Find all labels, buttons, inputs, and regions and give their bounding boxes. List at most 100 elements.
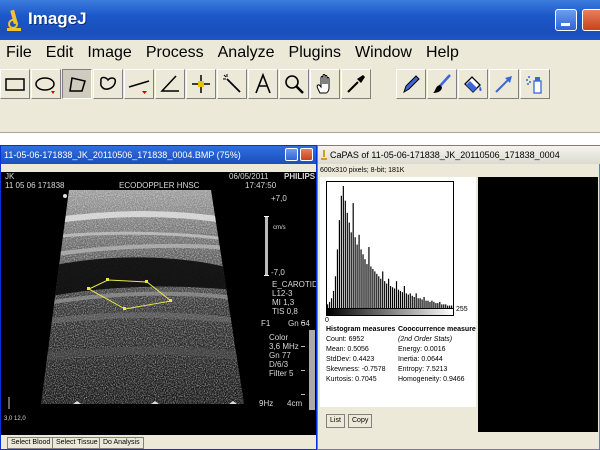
image-close-button[interactable]: [300, 148, 313, 161]
oval-icon: [35, 77, 55, 94]
histogram-bar: [411, 295, 413, 308]
overlay-depth-label: D/6/3: [269, 360, 289, 369]
measure-entropy: Entropy: 7.5213: [398, 366, 448, 373]
histogram-bar: [382, 271, 384, 308]
microscope-icon: [7, 9, 21, 31]
menu-process[interactable]: Process: [146, 44, 204, 62]
tool-text[interactable]: [248, 69, 278, 99]
histogram-bar: [344, 200, 346, 308]
tool-color-picker[interactable]: [341, 69, 371, 99]
capas-window-title[interactable]: CaPAS of 11-05-06-171838_JK_20110506_171…: [318, 146, 600, 164]
overlay-depth: 4cm: [287, 399, 303, 408]
magnifier-icon: [285, 75, 304, 94]
tool-zoom[interactable]: [279, 69, 309, 99]
histogram-bar: [360, 249, 362, 308]
menu-window[interactable]: Window: [355, 44, 412, 62]
menu-image[interactable]: Image: [87, 44, 131, 62]
histogram-bar: [388, 278, 390, 308]
histogram-measures-header: Histogram measures: [326, 326, 396, 333]
histogram-bar: [427, 300, 429, 308]
minimize-button[interactable]: [555, 9, 577, 31]
pencil-icon: [403, 75, 420, 94]
tool-spray[interactable]: [520, 69, 550, 99]
histogram-bar: [350, 232, 352, 308]
grayscale-gradient-bar: [326, 308, 454, 316]
tool-pencil[interactable]: [396, 69, 426, 99]
tool-brush[interactable]: [427, 69, 457, 99]
do-analysis-button[interactable]: Do Analysis: [99, 437, 144, 449]
histogram-bar: [393, 288, 396, 308]
histogram-bar: [330, 298, 333, 308]
histogram-bar: [352, 203, 354, 308]
point-icon: [192, 75, 210, 93]
tool-scroll[interactable]: [310, 69, 340, 99]
overlay-gn2: Gn 77: [269, 351, 291, 360]
copy-button[interactable]: Copy: [348, 414, 373, 428]
histogram-bar: [368, 247, 370, 308]
histogram-bar: [386, 283, 388, 308]
microscope-icon: [321, 150, 327, 160]
ultrasound-image[interactable]: JK 11 05 06 171838 ECODOPPLER HNSC 06/05…: [1, 172, 316, 435]
imagej-title-bar[interactable]: ImageJ: [0, 0, 600, 40]
close-button[interactable]: [582, 9, 600, 31]
histogram-bar: [425, 300, 427, 308]
histogram-bar: [362, 254, 364, 308]
tool-point[interactable]: [186, 69, 216, 99]
tool-wand[interactable]: [217, 69, 247, 99]
histogram-bar: [338, 220, 340, 308]
overlay-scale-bottom: -7,0: [271, 268, 285, 277]
measure-skewness: Skewness: -0.7578: [326, 366, 386, 373]
ultrasound-scan: [8, 190, 315, 410]
menu-help[interactable]: Help: [426, 44, 459, 62]
histogram-bar: [372, 268, 374, 308]
status-bar: [0, 103, 600, 133]
overlay-date: 06/05/2011: [229, 172, 269, 181]
histogram-bar: [342, 186, 344, 308]
tool-oval[interactable]: [31, 69, 61, 99]
image-minimize-button[interactable]: [285, 148, 298, 161]
brush-icon: [433, 74, 451, 93]
select-blood-button[interactable]: Select Blood: [7, 437, 55, 449]
menu-analyze[interactable]: Analyze: [218, 44, 275, 62]
histogram-bar: [346, 212, 348, 308]
wand-icon: [223, 74, 241, 93]
select-tissue-button[interactable]: Select Tissue: [52, 437, 102, 449]
menu-edit[interactable]: Edit: [46, 44, 74, 62]
measure-kurtosis: Kurtosis: 0.7045: [326, 376, 377, 383]
tool-angle[interactable]: [155, 69, 185, 99]
overlay-f1: F1: [261, 319, 271, 328]
list-button[interactable]: List: [326, 414, 345, 428]
histogram-bar: [378, 276, 380, 308]
histogram-bar: [417, 298, 419, 308]
tool-arrow[interactable]: [489, 69, 519, 99]
histogram-bar: [384, 281, 386, 308]
image-button-bar: Select Blood Select Tissue Do Analysis: [1, 435, 316, 449]
tool-freehand[interactable]: [93, 69, 123, 99]
capas-window: CaPAS of 11-05-06-171838_JK_20110506_171…: [317, 145, 600, 450]
overlay-tis: TIS 0,8: [272, 307, 298, 316]
image-window-title[interactable]: 11-05-06-171838_JK_20110506_171838_0004.…: [1, 146, 316, 164]
tool-polygon[interactable]: [62, 69, 92, 99]
histogram-bar: [431, 300, 433, 308]
histogram-bar: [419, 298, 421, 308]
tool-rectangle[interactable]: [0, 69, 30, 99]
histogram-bar: [366, 264, 368, 308]
overlay-filter: Filter 5: [269, 369, 294, 378]
histogram-bar: [401, 292, 403, 308]
overlay-patient: JK: [5, 172, 15, 181]
overlay-freq: 3,6 MHz: [269, 342, 299, 351]
menu-file[interactable]: File: [6, 44, 32, 62]
overlay-brand: PHILIPS: [284, 172, 316, 181]
histogram-bar: [397, 289, 400, 308]
cooccurrence-subtitle: (2nd Order Stats): [398, 336, 453, 343]
results-panel: 0 255 Histogram measures Cooccurrence me…: [320, 177, 480, 407]
histogram-bar: [354, 237, 356, 308]
histogram-bar: [334, 276, 337, 308]
tool-bar: [0, 66, 600, 103]
overlay-scale-top: +7,0: [271, 194, 287, 203]
menu-plugins[interactable]: Plugins: [289, 44, 341, 62]
tool-flood-fill[interactable]: [458, 69, 488, 99]
overlay-gn: Gn 64: [288, 319, 310, 328]
tool-line[interactable]: [124, 69, 154, 99]
polygon-icon: [69, 77, 86, 92]
